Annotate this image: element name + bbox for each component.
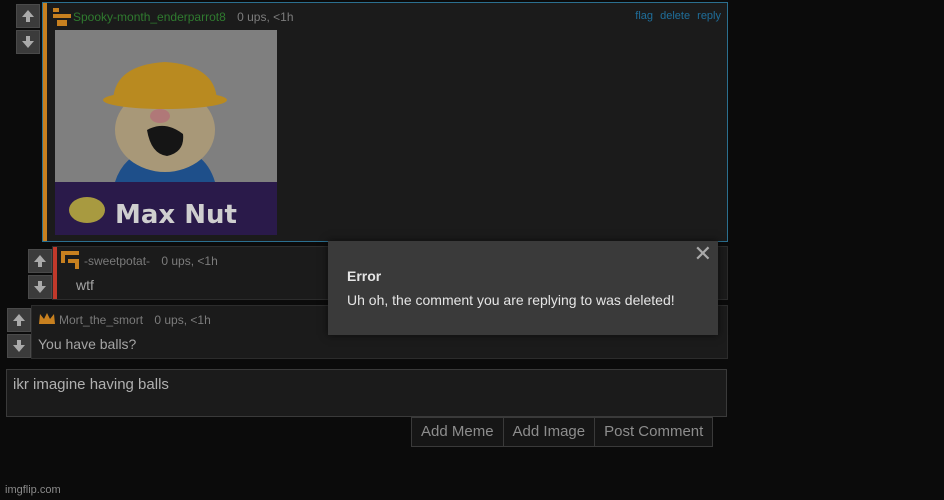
vote-controls — [16, 4, 40, 56]
comment-meta: Mort_the_smort 0 ups, <1h — [59, 313, 211, 327]
comment-username[interactable]: -sweetpotat- — [84, 254, 150, 268]
meme-caption: Max Nut — [115, 200, 237, 230]
comment-text: You have balls? — [38, 336, 137, 352]
error-message: Uh oh, the comment you are replying to w… — [347, 292, 675, 308]
arrow-down-icon — [34, 281, 46, 293]
arrow-up-icon — [22, 10, 34, 22]
comment-stats: 0 ups, <1h — [237, 10, 294, 24]
upvote-button[interactable] — [28, 249, 52, 273]
add-image-button[interactable]: Add Image — [503, 417, 596, 447]
add-meme-button[interactable]: Add Meme — [411, 417, 504, 447]
comment-username[interactable]: Mort_the_smort — [59, 313, 143, 327]
comment-actions: flag delete reply — [631, 10, 721, 22]
comment-accent-bar — [43, 3, 47, 241]
meme-illustration: Max Nut — [55, 30, 277, 235]
crown-icon — [39, 313, 55, 324]
delete-link[interactable]: delete — [660, 10, 690, 22]
upvote-button[interactable] — [16, 4, 40, 28]
comment-username[interactable]: Spooky-month_enderparrot8 — [73, 10, 226, 24]
close-icon[interactable]: ✕ — [694, 243, 712, 265]
arrow-down-icon — [13, 340, 25, 352]
comment-stats: 0 ups, <1h — [161, 254, 218, 268]
comment-card: Spooky-month_enderparrot8 0 ups, <1h fla… — [42, 2, 728, 242]
arrow-down-icon — [22, 36, 34, 48]
comment-meta: -sweetpotat- 0 ups, <1h — [84, 254, 218, 268]
vote-controls — [7, 308, 31, 360]
downvote-button[interactable] — [16, 30, 40, 54]
downvote-button[interactable] — [28, 275, 52, 299]
comment-meta: Spooky-month_enderparrot8 0 ups, <1h — [73, 10, 294, 24]
meme-image[interactable]: Max Nut — [55, 30, 277, 235]
reply-input[interactable]: ikr imagine having balls — [6, 369, 727, 417]
comment-accent-bar — [53, 247, 57, 299]
post-comment-button[interactable]: Post Comment — [595, 417, 714, 447]
downvote-button[interactable] — [7, 334, 31, 358]
comment-text: wtf — [76, 277, 94, 293]
flag-link[interactable]: flag — [635, 10, 653, 22]
error-dialog: ✕ Error Uh oh, the comment you are reply… — [328, 241, 718, 335]
watermark: imgflip.com — [5, 484, 61, 496]
reply-actions: Add Meme Add Image Post Comment — [411, 417, 714, 447]
reply-link[interactable]: reply — [697, 10, 721, 22]
user-avatar-icon — [53, 8, 71, 26]
arrow-up-icon — [13, 314, 25, 326]
user-avatar-icon — [61, 251, 79, 269]
comment-stats: 0 ups, <1h — [154, 313, 211, 327]
arrow-up-icon — [34, 255, 46, 267]
error-title: Error — [347, 268, 382, 284]
vote-controls — [28, 249, 52, 301]
upvote-button[interactable] — [7, 308, 31, 332]
